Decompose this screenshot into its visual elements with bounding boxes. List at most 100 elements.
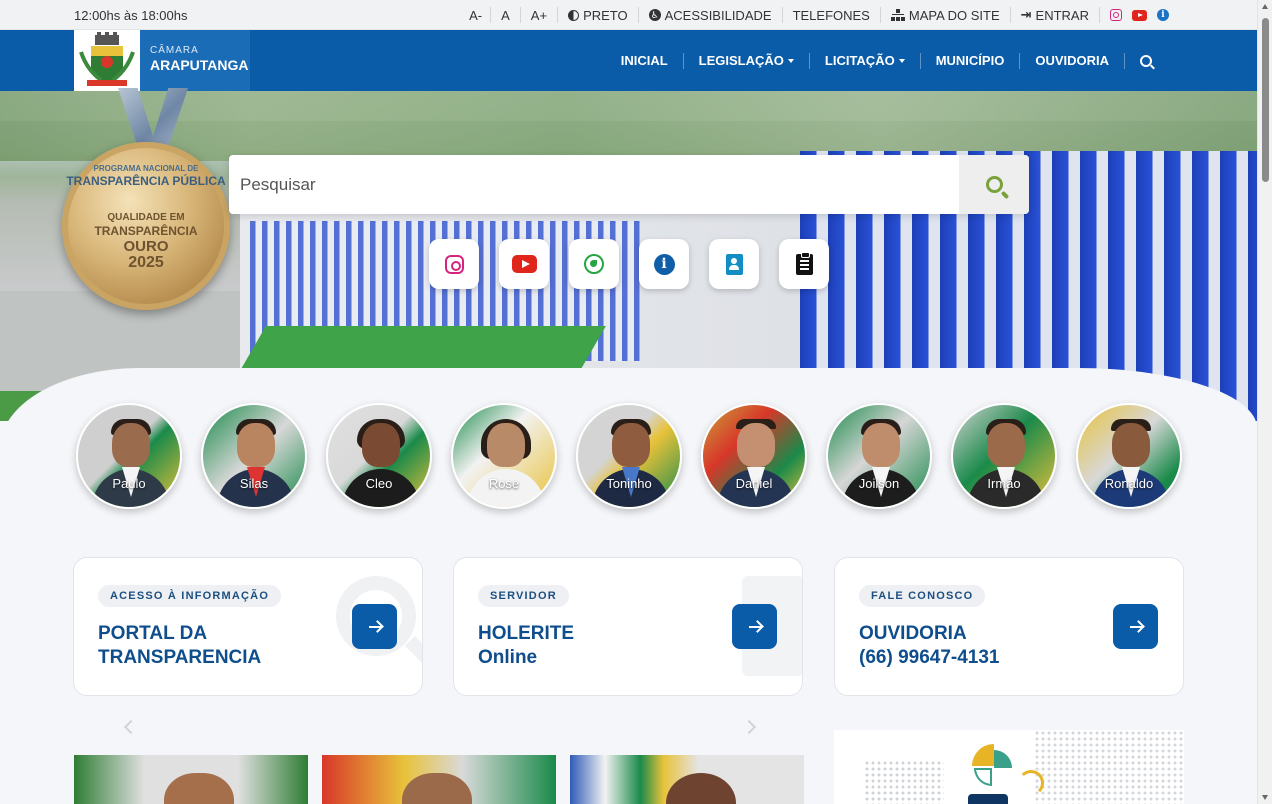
councillor-name: Irmão	[987, 476, 1021, 491]
quick-clipboard-button[interactable]	[779, 239, 829, 289]
councillor-avatar[interactable]: Silas	[201, 403, 307, 509]
quick-info-button[interactable]: i	[639, 239, 689, 289]
card-arrow-button[interactable]	[1113, 604, 1158, 649]
nav-label: LICITAÇÃO	[824, 53, 895, 68]
nav-search-button[interactable]	[1124, 52, 1167, 69]
nav-label: LEGISLAÇÃO	[698, 53, 784, 68]
accessibility-label: ACESSIBILIDADE	[664, 7, 772, 23]
nav-label: INICIAL	[620, 53, 668, 68]
councillor-avatar[interactable]: Toninho	[576, 403, 682, 509]
quick-youtube-button[interactable]	[499, 239, 549, 289]
nav-label: MUNICÍPIO	[935, 53, 1005, 68]
scroll-down-icon[interactable]	[1262, 795, 1268, 800]
arrow-right-icon	[1129, 625, 1142, 628]
carousel-prev-icon[interactable]	[123, 719, 139, 735]
councillor-name: Joilson	[858, 476, 900, 491]
card-tag: SERVIDOR	[478, 585, 569, 607]
whatsapp-icon	[584, 254, 604, 274]
news-thumbnail[interactable]	[74, 755, 308, 804]
opening-hours: 12:00hs às 18:00hs	[74, 8, 188, 23]
search-input[interactable]	[229, 155, 959, 214]
councillor-avatar[interactable]: Joilson	[826, 403, 932, 509]
medal-line-6: 2025	[128, 254, 164, 271]
payslip-card[interactable]: SERVIDOR HOLERITE Online	[453, 557, 803, 696]
news-thumbnail[interactable]	[322, 755, 556, 804]
medal-line-2: TRANSPARÊNCIA PÚBLICA	[66, 174, 226, 188]
medal-line-5: OURO	[123, 238, 169, 255]
medal-line-3: QUALIDADE EM	[107, 212, 185, 223]
sitemap-link[interactable]: MAPA DO SITE	[879, 7, 1010, 23]
arrow-right-icon	[748, 625, 761, 628]
councillor-avatar[interactable]: Daniel	[701, 403, 807, 509]
contrast-icon	[568, 9, 580, 21]
brand-big: ARAPUTANGA	[150, 57, 249, 73]
councillor-name: Rose	[488, 476, 520, 491]
nav-item-inicial[interactable]: INICIAL	[606, 53, 683, 69]
ombudsman-card[interactable]: FALE CONOSCO OUVIDORIA (66) 99647-4131	[834, 557, 1184, 696]
sitemap-icon	[891, 9, 905, 21]
phones-link[interactable]: TELEFONES	[781, 7, 880, 23]
councillor-name: Paulo	[112, 476, 146, 491]
page-scrollbar[interactable]	[1257, 0, 1272, 804]
logo-shape-icon	[972, 744, 994, 766]
youtube-icon[interactable]	[1132, 9, 1147, 21]
medal-line-4: TRANSPARÊNCIA	[94, 224, 198, 238]
card-tag: FALE CONOSCO	[859, 585, 986, 607]
login-label: ENTRAR	[1035, 7, 1089, 23]
main-nav: INICIAL LEGISLAÇÃO LICITAÇÃO MUNICÍPIO O…	[606, 30, 1167, 91]
transparency-gold-medal[interactable]: PROGRAMA NACIONAL DE TRANSPARÊNCIA PÚBLI…	[62, 142, 230, 310]
nav-item-licitacao[interactable]: LICITAÇÃO	[808, 52, 920, 69]
councillor-name: Ronaldo	[1104, 476, 1154, 491]
quick-instagram-button[interactable]	[429, 239, 479, 289]
card-arrow-button[interactable]	[732, 604, 777, 649]
councillor-avatar[interactable]: Ronaldo	[1076, 403, 1182, 509]
info-icon[interactable]: i	[1157, 9, 1169, 21]
caret-down-icon	[898, 58, 905, 63]
councillor-name: Cleo	[365, 476, 393, 491]
clipboard-icon	[795, 251, 813, 275]
quick-contacts-button[interactable]	[709, 239, 759, 289]
councillor-avatar[interactable]: Paulo	[76, 403, 182, 509]
search-button[interactable]	[959, 155, 1029, 214]
card-arrow-button[interactable]	[352, 604, 397, 649]
font-increase-button[interactable]: A+	[519, 7, 557, 23]
main-header: CÂMARA ARAPUTANGA INICIAL LEGISLAÇÃO LIC…	[0, 30, 1257, 91]
caret-down-icon	[787, 58, 794, 63]
coat-of-arms-icon	[79, 31, 135, 86]
search-icon	[1140, 54, 1152, 67]
coat-of-arms-logo[interactable]	[74, 30, 140, 91]
card-title: OUVIDORIA (66) 99647-4131	[859, 623, 1000, 668]
brand-small: CÂMARA	[150, 45, 199, 56]
sign-in-icon: ⇥	[1020, 7, 1032, 22]
font-normal-button[interactable]: A	[490, 7, 520, 23]
quick-links: i	[429, 239, 829, 289]
quick-whatsapp-button[interactable]	[569, 239, 619, 289]
card-title: HOLERITE Online	[478, 623, 575, 668]
font-decrease-button[interactable]: A-	[461, 7, 490, 23]
top-utility-bar: 12:00hs às 18:00hs A- A A+ PRETO ♿ ACESS…	[0, 0, 1257, 30]
instagram-icon[interactable]	[1110, 9, 1122, 21]
promo-banner[interactable]	[834, 730, 1184, 804]
transparency-portal-card[interactable]: ACESSO À INFORMAÇÃO PORTAL DA TRANSPAREN…	[73, 557, 423, 696]
medal-line-1: PROGRAMA NACIONAL DE	[93, 164, 199, 173]
login-link[interactable]: ⇥ ENTRAR	[1009, 7, 1099, 23]
scroll-up-icon[interactable]	[1262, 4, 1268, 9]
brand-name[interactable]: CÂMARA ARAPUTANGA	[140, 30, 250, 91]
scrollbar-thumb[interactable]	[1262, 18, 1269, 182]
accessibility-link[interactable]: ♿ ACESSIBILIDADE	[637, 7, 782, 23]
councillor-name: Daniel	[735, 476, 773, 491]
news-thumbnail[interactable]	[570, 755, 804, 804]
card-tag: ACESSO À INFORMAÇÃO	[98, 585, 282, 607]
councillor-name: Toninho	[606, 476, 652, 491]
nav-item-legislacao[interactable]: LEGISLAÇÃO	[682, 52, 809, 69]
arrow-right-icon	[368, 625, 381, 628]
contrast-button[interactable]: PRETO	[557, 7, 638, 23]
councillor-avatar[interactable]: Cleo	[326, 403, 432, 509]
instagram-icon	[444, 254, 464, 274]
contacts-icon	[725, 253, 743, 275]
councillor-avatar[interactable]: Rose	[451, 403, 557, 509]
nav-item-ouvidoria[interactable]: OUVIDORIA	[1019, 52, 1124, 69]
councillor-avatar[interactable]: Irmão	[951, 403, 1057, 509]
carousel-next-icon[interactable]	[741, 719, 757, 735]
nav-item-municipio[interactable]: MUNICÍPIO	[919, 52, 1020, 69]
